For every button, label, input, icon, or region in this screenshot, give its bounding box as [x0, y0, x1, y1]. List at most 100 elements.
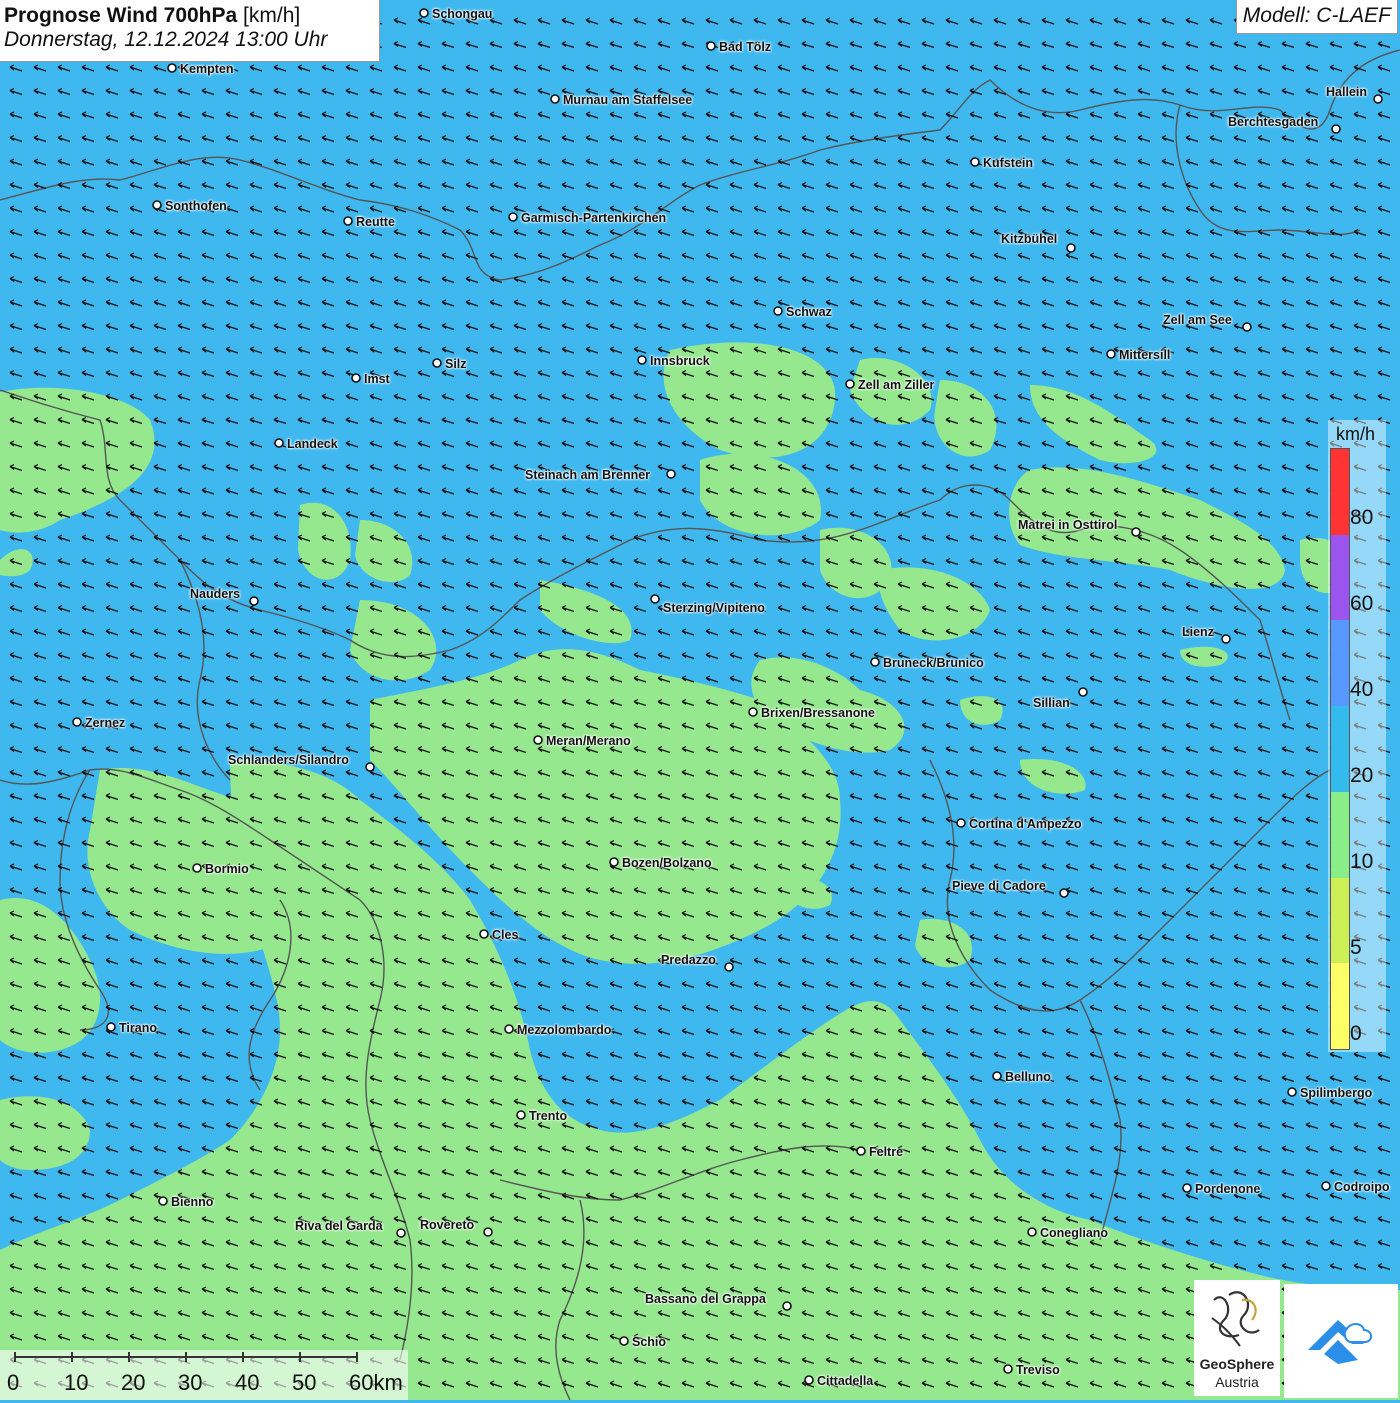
city-marker	[1287, 1087, 1297, 1097]
city-label: Bruneck/Brunico	[883, 656, 984, 670]
city-label: Bozen/Bolzano	[622, 856, 712, 870]
city-marker	[351, 373, 361, 383]
legend-label: 40	[1350, 678, 1374, 701]
city-marker	[1321, 1181, 1331, 1191]
city-label: Schongau	[432, 7, 493, 21]
city-label: Kitzbühel	[1001, 232, 1058, 246]
city-marker	[992, 1071, 1002, 1081]
city-label: Treviso	[1016, 1363, 1060, 1377]
city-label: Bad Tölz	[719, 40, 772, 54]
city-marker	[782, 1301, 792, 1311]
city-label: Meran/Merano	[546, 734, 631, 748]
legend-segment	[1331, 449, 1349, 535]
city-marker	[773, 306, 783, 316]
city-label: Rovereto	[420, 1218, 475, 1232]
city-marker	[72, 717, 82, 727]
city-label: Conegliano	[1040, 1226, 1109, 1240]
legend-segment	[1331, 791, 1349, 878]
scale-label: 10	[64, 1370, 89, 1395]
city-label: Murnau am Staffelsee	[563, 93, 693, 107]
geosphere-logo-icon	[1211, 1291, 1260, 1347]
city-marker	[483, 1227, 493, 1237]
city-label: Innsbruck	[650, 354, 710, 368]
map-datetime: Donnerstag, 12.12.2024 13:00 Uhr	[4, 28, 328, 52]
city-marker	[856, 1146, 866, 1156]
city-marker	[1059, 888, 1069, 898]
scale-tick	[14, 1352, 16, 1362]
city-marker	[504, 1024, 514, 1034]
city-marker	[956, 818, 966, 828]
city-label: Sonthofen	[165, 199, 227, 213]
map-title-bold: Prognose Wind 700hPa	[4, 4, 238, 27]
city-label: Cortina d'Ampezzo	[969, 817, 1082, 831]
city-marker	[343, 216, 353, 226]
city-label: Tirano	[119, 1021, 157, 1035]
city-label: Belluno	[1005, 1070, 1051, 1084]
city-marker	[365, 762, 375, 772]
city-label: Schio	[632, 1335, 667, 1349]
city-marker	[167, 63, 177, 73]
city-marker	[432, 358, 442, 368]
city-marker	[516, 1110, 526, 1120]
legend-label: 10	[1350, 850, 1374, 873]
map-title-unit: [km/h]	[243, 4, 301, 27]
city-marker	[870, 657, 880, 667]
legend-segment	[1331, 877, 1349, 964]
city-marker	[619, 1336, 629, 1346]
city-marker	[748, 707, 758, 717]
city-label: Bassano del Grappa	[645, 1292, 766, 1306]
scale-tick	[299, 1352, 301, 1362]
city-marker	[396, 1228, 406, 1238]
legend-label: 80	[1350, 506, 1374, 529]
city-marker	[1131, 527, 1141, 537]
legend-colorbar	[1330, 448, 1350, 1050]
city-marker	[1331, 124, 1341, 134]
city-marker	[609, 857, 619, 867]
city-label: Lienz	[1182, 625, 1214, 639]
model-label: Modell: C-LAEF	[1235, 0, 1398, 34]
city-label: Landeck	[287, 437, 338, 451]
city-label: Feltre	[869, 1145, 904, 1159]
scale-label: 40	[235, 1370, 260, 1395]
city-label: Sillian	[1033, 696, 1070, 710]
city-label: Sterzing/Vipiteno	[663, 601, 765, 615]
city-marker	[1066, 243, 1076, 253]
city-label: Reutte	[356, 215, 395, 229]
city-label: Codroipo	[1334, 1180, 1390, 1194]
logo-name: GeoSphere	[1199, 1356, 1275, 1372]
city-marker	[1106, 349, 1116, 359]
city-marker	[804, 1375, 814, 1385]
city-marker	[970, 157, 980, 167]
city-label: Riva del Garda	[295, 1219, 383, 1233]
city-marker	[152, 200, 162, 210]
city-label: Bormio	[205, 862, 249, 876]
city-label: Garmisch-Partenkirchen	[521, 211, 667, 225]
city-label: Mezzolombardo	[517, 1023, 612, 1037]
city-label: Zell am Ziller	[858, 378, 935, 392]
city-label: Hallein	[1326, 85, 1367, 99]
city-marker	[637, 355, 647, 365]
scale-tick	[356, 1352, 358, 1362]
legend-label: 5	[1350, 936, 1362, 959]
legend-segment	[1331, 706, 1349, 792]
city-label: Pieve di Cadore	[952, 879, 1046, 893]
map-title: Prognose Wind 700hPa [km/h]	[4, 4, 379, 28]
city-marker	[650, 594, 660, 604]
city-marker	[158, 1196, 168, 1206]
city-marker	[706, 41, 716, 51]
map-title-box: Prognose Wind 700hPa [km/h] Donnerstag, …	[0, 0, 380, 62]
city-marker	[533, 735, 543, 745]
city-marker	[192, 863, 202, 873]
scale-label: 60km	[349, 1370, 403, 1395]
city-label: Imst	[364, 372, 390, 386]
city-marker	[1182, 1183, 1192, 1193]
city-marker	[274, 438, 284, 448]
city-label: Predazzo	[661, 953, 716, 967]
logo-country: Austria	[1215, 1374, 1259, 1390]
city-label: Mittersill	[1119, 348, 1171, 362]
city-marker	[1242, 322, 1252, 332]
legend-segment	[1331, 620, 1349, 707]
cloud-mountain-icon	[1308, 1320, 1372, 1364]
scale-label: 30	[178, 1370, 203, 1395]
city-marker	[845, 379, 855, 389]
